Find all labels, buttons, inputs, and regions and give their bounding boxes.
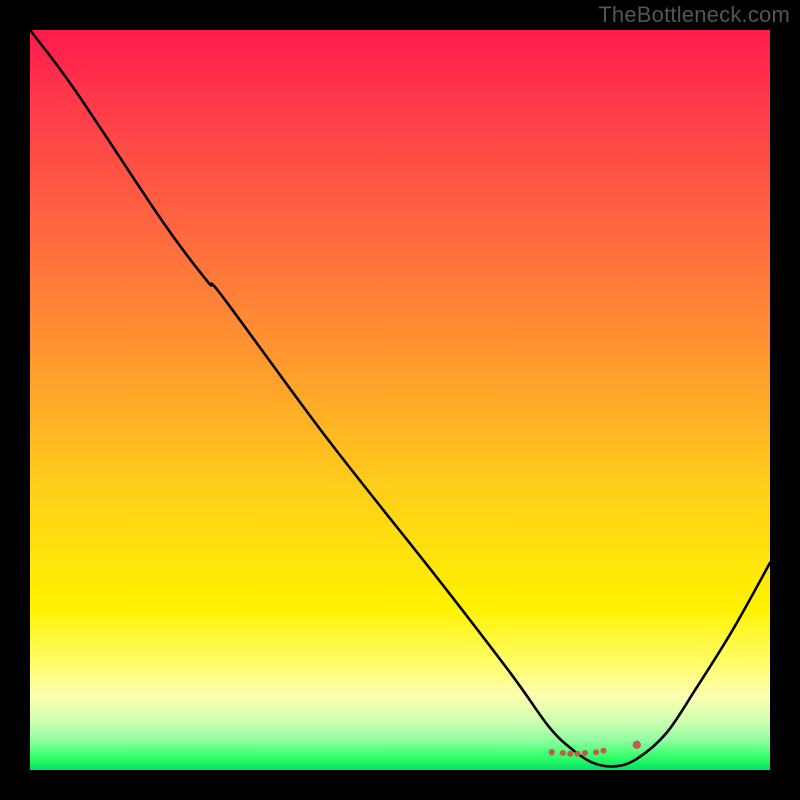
marker-dot [560,750,566,756]
chart-svg [30,30,770,770]
marker-dot [575,751,581,757]
marker-dot [567,751,573,757]
chart-frame: TheBottleneck.com [0,0,800,800]
marker-dot [601,748,607,754]
marker-dot [633,741,641,749]
bottleneck-curve [30,30,770,766]
plot-area [30,30,770,770]
marker-dot [582,750,588,756]
marker-cluster [549,741,642,757]
watermark-text: TheBottleneck.com [598,2,790,28]
marker-dot [593,749,599,755]
marker-dot [549,749,555,755]
